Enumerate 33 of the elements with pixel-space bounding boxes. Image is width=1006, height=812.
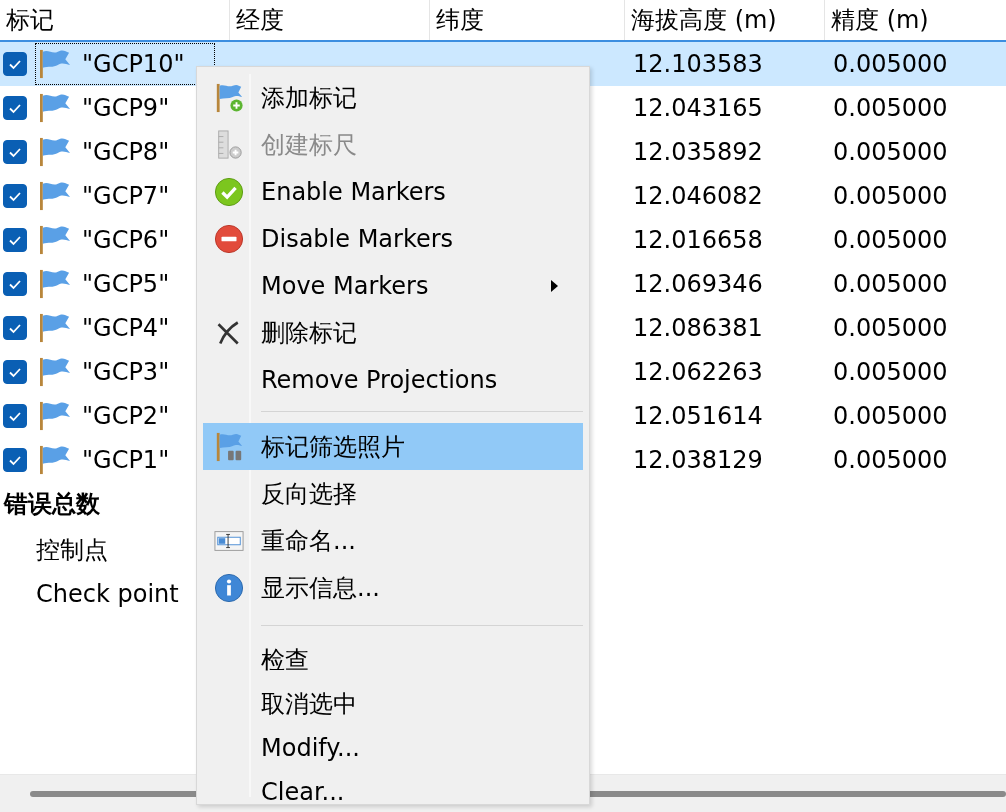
summary-item: Check point (35, 579, 179, 610)
marker-name: "GCP4" (82, 314, 170, 342)
table-cell: 0.005000 (833, 138, 948, 166)
table-cell: 12.043165 (633, 94, 763, 122)
table-cell: 12.046082 (633, 182, 763, 210)
table-cell: 0.005000 (833, 314, 948, 342)
marker-name: "GCP9" (82, 94, 170, 122)
table-cell: 0.005000 (833, 226, 948, 254)
marker-name: "GCP5" (82, 270, 170, 298)
table-cell: 0.005000 (833, 358, 948, 386)
table-cell: 12.035892 (633, 138, 763, 166)
marker-name: "GCP2" (82, 402, 170, 430)
table-cell: 0.005000 (833, 446, 948, 474)
table-cell: 0.005000 (833, 94, 948, 122)
table-cell: 12.016658 (633, 226, 763, 254)
table-cell: 12.062263 (633, 358, 763, 386)
table-cell: 0.005000 (833, 50, 948, 78)
summary-item: 控制点 (35, 535, 108, 566)
marker-name: "GCP10" (82, 50, 185, 78)
table-cell: 0.005000 (833, 182, 948, 210)
table-cell: 12.086381 (633, 314, 763, 342)
table-cell: 12.038129 (633, 446, 763, 474)
marker-name: "GCP8" (82, 138, 170, 166)
table-cell: 0.005000 (833, 402, 948, 430)
table-cell: 12.103583 (633, 50, 763, 78)
marker-name: "GCP1" (82, 446, 170, 474)
table-cell: 12.069346 (633, 270, 763, 298)
table-cell: 12.051614 (633, 402, 763, 430)
marker-name: "GCP6" (82, 226, 170, 254)
table-cell: 0.005000 (833, 270, 948, 298)
marker-name: "GCP3" (82, 358, 170, 386)
marker-name: "GCP7" (82, 182, 170, 210)
summary-title: 错误总数 (2, 489, 100, 520)
